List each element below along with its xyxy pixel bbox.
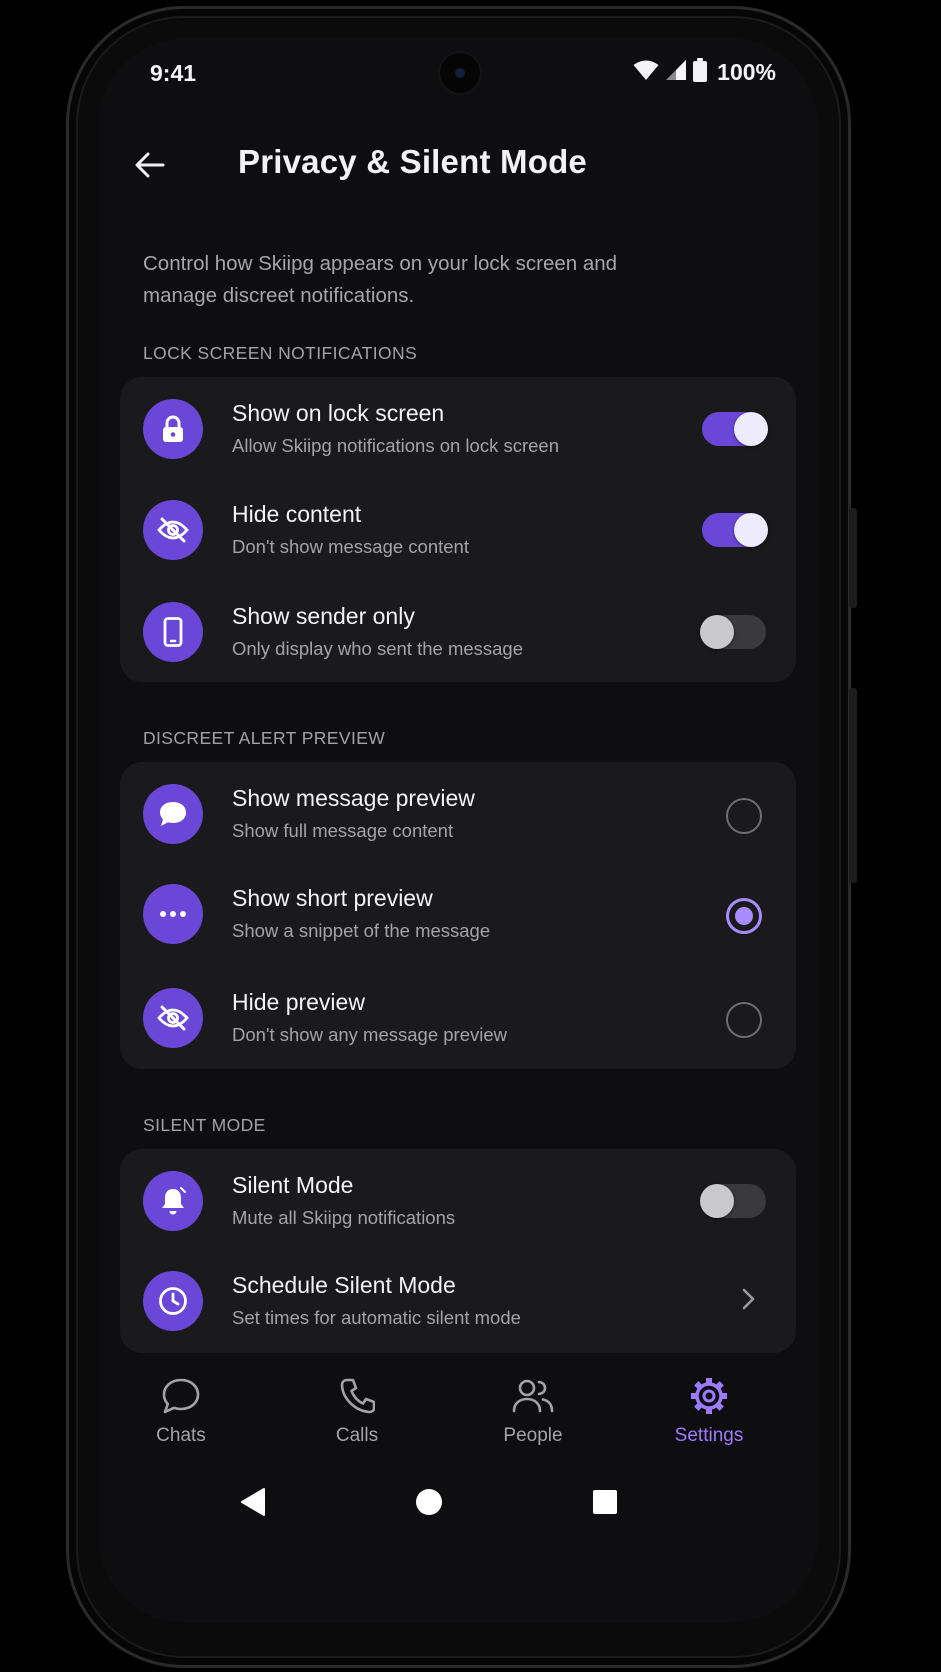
battery-percentage: 100% bbox=[717, 59, 776, 85]
option-row-show-short-preview[interactable]: Show short preview Show a snippet of the… bbox=[120, 862, 796, 962]
section-label-lock-screen: LOCK SCREEN NOTIFICATIONS bbox=[143, 343, 418, 363]
toggle-knob bbox=[700, 615, 734, 649]
option-subtitle: Don't show any message preview bbox=[232, 1024, 507, 1045]
back-button[interactable] bbox=[128, 143, 172, 187]
signal-icon bbox=[665, 59, 687, 86]
setting-subtitle: Set times for automatic silent mode bbox=[232, 1307, 521, 1328]
option-title: Show short preview bbox=[232, 885, 433, 911]
setting-subtitle: Don't show message content bbox=[232, 536, 469, 557]
system-recents-button[interactable] bbox=[588, 1485, 622, 1519]
triangle-back-icon bbox=[241, 1488, 265, 1516]
chevron-right-icon bbox=[736, 1287, 760, 1311]
side-button-volume bbox=[849, 688, 857, 883]
option-row-show-message-preview[interactable]: Show message preview Show full message c… bbox=[120, 762, 796, 862]
silent-mode-toggle[interactable] bbox=[700, 1184, 766, 1218]
hide-content-toggle[interactable] bbox=[702, 513, 768, 547]
gear-icon bbox=[639, 1375, 779, 1417]
circle-home-icon bbox=[416, 1489, 442, 1515]
setting-title: Schedule Silent Mode bbox=[232, 1272, 456, 1298]
toggle-knob bbox=[700, 1184, 734, 1218]
option-row-hide-preview[interactable]: Hide preview Don't show any message prev… bbox=[120, 966, 796, 1066]
lock-icon bbox=[143, 399, 203, 459]
nav-item-people[interactable]: People bbox=[463, 1375, 603, 1447]
bottom-nav: Chats Calls People Settings bbox=[98, 1353, 818, 1463]
setting-row-schedule-silent-mode[interactable]: Schedule Silent Mode Set times for autom… bbox=[120, 1249, 796, 1349]
setting-title: Hide content bbox=[232, 501, 362, 527]
nav-label: Calls bbox=[335, 1425, 379, 1446]
section-label-silent-mode: SILENT MODE bbox=[143, 1115, 266, 1135]
show-short-preview-radio[interactable] bbox=[726, 898, 762, 934]
wifi-icon bbox=[633, 59, 659, 86]
nav-label: Settings bbox=[674, 1425, 744, 1446]
intro-description: Control how Skiipg appears on your lock … bbox=[143, 252, 618, 307]
eye-off-icon bbox=[143, 500, 203, 560]
chat-icon bbox=[111, 1375, 251, 1417]
section-label-alert-preview: DISCREET ALERT PREVIEW bbox=[143, 728, 386, 748]
lock-screen-card: Show on lock screen Allow Skiipg notific… bbox=[120, 377, 796, 682]
bell-icon bbox=[143, 1171, 203, 1231]
battery-icon bbox=[693, 58, 708, 87]
phone-call-icon bbox=[287, 1375, 427, 1417]
setting-subtitle: Mute all Skiipg notifications bbox=[232, 1207, 456, 1228]
show-on-lock-screen-toggle[interactable] bbox=[702, 412, 768, 446]
nav-item-calls[interactable]: Calls bbox=[287, 1375, 427, 1447]
side-button-power bbox=[849, 508, 857, 608]
alert-preview-card: Show message preview Show full message c… bbox=[120, 762, 796, 1069]
status-bar: 9:41 100% bbox=[98, 38, 818, 108]
hide-preview-radio[interactable] bbox=[726, 1002, 762, 1038]
setting-row-show-on-lock-screen[interactable]: Show on lock screen Allow Skiipg notific… bbox=[120, 377, 796, 477]
system-home-button[interactable] bbox=[412, 1485, 446, 1519]
screen: 9:41 100% Privacy & Silent Mode Control … bbox=[98, 38, 818, 1623]
option-subtitle: Show a snippet of the message bbox=[232, 920, 491, 941]
setting-title: Show sender only bbox=[232, 603, 415, 629]
show-sender-only-toggle[interactable] bbox=[700, 615, 766, 649]
setting-subtitle: Only display who sent the message bbox=[232, 638, 524, 659]
clock-icon bbox=[143, 1271, 203, 1331]
setting-title: Silent Mode bbox=[232, 1172, 354, 1198]
arrow-left-icon bbox=[135, 152, 165, 178]
system-nav-bar bbox=[98, 1463, 818, 1543]
people-icon bbox=[463, 1375, 603, 1417]
system-back-button[interactable] bbox=[236, 1485, 270, 1519]
option-subtitle: Show full message content bbox=[232, 820, 454, 841]
nav-label: People bbox=[503, 1425, 563, 1446]
page-title: Privacy & Silent Mode bbox=[238, 143, 587, 180]
silent-mode-card: Silent Mode Mute all Skiipg notification… bbox=[120, 1149, 796, 1353]
more-dots-icon bbox=[143, 884, 203, 944]
nav-label: Chats bbox=[156, 1425, 206, 1446]
message-bubble-icon bbox=[143, 784, 203, 844]
nav-item-settings[interactable]: Settings bbox=[639, 1375, 779, 1447]
eye-off-icon bbox=[143, 988, 203, 1048]
setting-row-show-sender-only[interactable]: Show sender only Only display who sent t… bbox=[120, 580, 796, 680]
show-message-preview-radio[interactable] bbox=[726, 798, 762, 834]
toggle-knob bbox=[734, 513, 768, 547]
status-icons: 100% bbox=[633, 58, 776, 87]
option-title: Hide preview bbox=[232, 989, 365, 1015]
square-recents-icon bbox=[593, 1490, 617, 1514]
status-time: 9:41 bbox=[150, 60, 197, 86]
nav-item-chats[interactable]: Chats bbox=[111, 1375, 251, 1447]
toggle-knob bbox=[734, 412, 768, 446]
setting-row-hide-content[interactable]: Hide content Don't show message content bbox=[120, 478, 796, 578]
setting-title: Show on lock screen bbox=[232, 400, 445, 426]
option-title: Show message preview bbox=[232, 785, 475, 811]
setting-row-silent-mode[interactable]: Silent Mode Mute all Skiipg notification… bbox=[120, 1149, 796, 1249]
phone-icon bbox=[143, 602, 203, 662]
setting-subtitle: Allow Skiipg notifications on lock scree… bbox=[232, 435, 559, 456]
front-camera bbox=[440, 53, 480, 93]
